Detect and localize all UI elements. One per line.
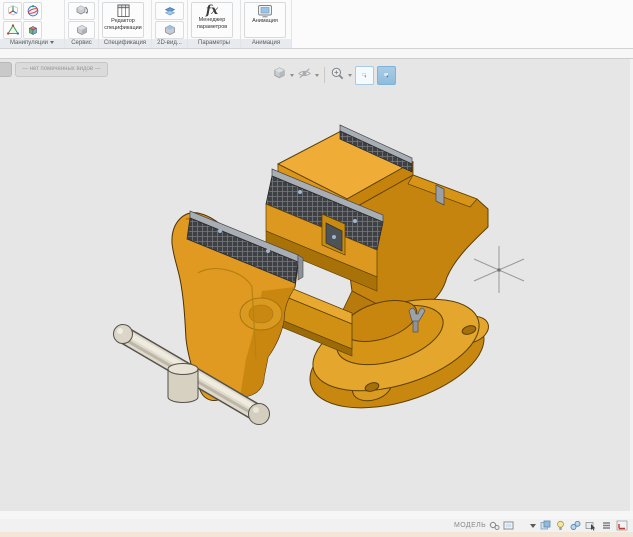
window-bottom-strip (0, 532, 633, 537)
model-viewport[interactable]: — нет помеченных видов — (0, 59, 633, 511)
snap-icon[interactable] (570, 520, 581, 531)
gears-icon[interactable] (489, 521, 500, 531)
origin-indicator (474, 246, 524, 293)
group-label-manipulations[interactable]: Манипуляции (0, 39, 64, 48)
parameters-manager-button[interactable]: fx Менеджер параметров (191, 2, 233, 38)
view-face-icon[interactable] (155, 21, 184, 39)
group-label-animation: Анимация (241, 39, 291, 48)
flip-2d-icon[interactable] (155, 2, 184, 20)
bom-table-icon (116, 4, 131, 18)
group-label-service: Сервис (65, 39, 98, 48)
bom-editor-button[interactable]: Редактор спецификации (102, 2, 144, 38)
ribbon-group-bom: Редактор спецификации Спецификация (99, 0, 152, 48)
animation-screen-icon (257, 4, 273, 18)
group-label-bom: Спецификация (99, 39, 151, 48)
cube-rotate-icon[interactable] (68, 2, 95, 20)
ribbon-lower-band (0, 49, 633, 59)
group-label-2d-view: 2D-вид... (152, 39, 187, 48)
ribbon: Манипуляции (0, 0, 633, 49)
tweak-triangle-icon[interactable] (3, 21, 22, 39)
fx-icon: fx (206, 4, 218, 17)
component-faces-icon[interactable] (23, 21, 42, 39)
status-bar: МОДЕЛЬ (0, 519, 633, 532)
animation-label: Анимация (245, 18, 286, 25)
cube-icon[interactable] (68, 21, 95, 39)
cursor-box-icon[interactable] (585, 520, 597, 531)
triad-icon[interactable] (3, 2, 22, 20)
ribbon-group-manipulations: Манипуляции (0, 0, 65, 48)
chart-icon[interactable] (616, 520, 628, 531)
display-icon[interactable] (503, 521, 514, 530)
parameters-manager-label: Менеджер параметров (192, 17, 233, 30)
ribbon-group-animation: Анимация Анимация (241, 0, 292, 48)
animation-button[interactable]: Анимация (244, 2, 286, 38)
ribbon-group-parameters: fx Менеджер параметров Параметры (188, 0, 241, 48)
dropdown-caret-icon[interactable] (530, 524, 536, 528)
bom-editor-label: Редактор спецификации (103, 18, 144, 31)
lightbulb-icon[interactable] (555, 520, 566, 531)
ribbon-group-2d-view: 2D-вид... (152, 0, 188, 48)
selection-filter-icon[interactable] (540, 520, 551, 531)
layers-icon[interactable] (601, 520, 612, 531)
ribbon-group-service: Сервис (65, 0, 99, 48)
cad-application-window: Манипуляции (0, 0, 633, 537)
mode-label[interactable]: МОДЕЛЬ (454, 522, 486, 529)
bench-vise-3d-model[interactable] (0, 59, 633, 511)
orbit-sphere-icon[interactable] (23, 2, 42, 20)
chevron-down-icon (50, 41, 54, 44)
group-label-parameters: Параметры (188, 39, 240, 48)
